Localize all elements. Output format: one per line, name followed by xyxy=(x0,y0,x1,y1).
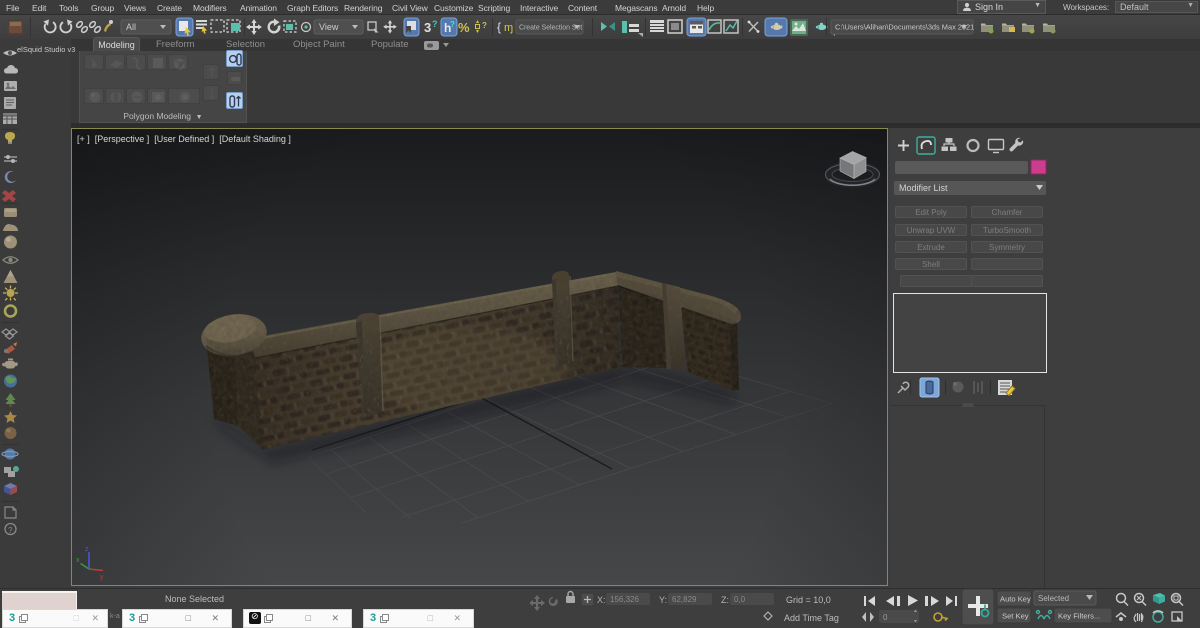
svg-text:Key Filters...: Key Filters... xyxy=(1058,612,1100,621)
svg-text:All: All xyxy=(126,22,136,32)
svg-text:y: y xyxy=(100,574,104,581)
svg-text:0: 0 xyxy=(883,613,888,622)
svg-text:View: View xyxy=(319,22,339,32)
svg-text:X:: X: xyxy=(597,595,606,605)
svg-text:156,326: 156,326 xyxy=(610,595,639,604)
svg-text:3: 3 xyxy=(424,20,431,35)
svg-text:z: z xyxy=(85,546,89,553)
svg-text:C:\Users\Alihan\Documents\3ds: C:\Users\Alihan\Documents\3ds Max 2021 xyxy=(835,23,974,32)
svg-text:%: % xyxy=(458,20,470,35)
svg-text:?: ? xyxy=(8,526,13,535)
svg-text:Create Selection Set: Create Selection Set xyxy=(519,25,582,32)
svg-text:Set Key: Set Key xyxy=(1002,612,1029,621)
svg-text:62,829: 62,829 xyxy=(672,595,697,604)
svg-text:Y:: Y: xyxy=(659,595,667,605)
svg-text:[+ ] [Perspective ] [User De: [+ ] [Perspective ] [User Defined ] [Def… xyxy=(77,134,291,144)
svg-text:ɱ: ɱ xyxy=(504,22,513,34)
svg-text:?: ? xyxy=(450,20,455,29)
svg-text:Add Time Tag: Add Time Tag xyxy=(784,613,839,623)
svg-text:Selected: Selected xyxy=(1038,594,1069,603)
svg-text:Modifier List: Modifier List xyxy=(899,183,948,193)
svg-text:0,0: 0,0 xyxy=(734,595,746,604)
svg-text:Auto Key: Auto Key xyxy=(1000,595,1031,604)
svg-text:?: ? xyxy=(482,21,487,30)
svg-text:x: x xyxy=(76,557,80,564)
svg-text:{: { xyxy=(497,20,501,34)
svg-text:Z:: Z: xyxy=(721,595,729,605)
svg-text:?: ? xyxy=(432,19,438,29)
svg-text:Grid = 10,0: Grid = 10,0 xyxy=(786,595,831,605)
